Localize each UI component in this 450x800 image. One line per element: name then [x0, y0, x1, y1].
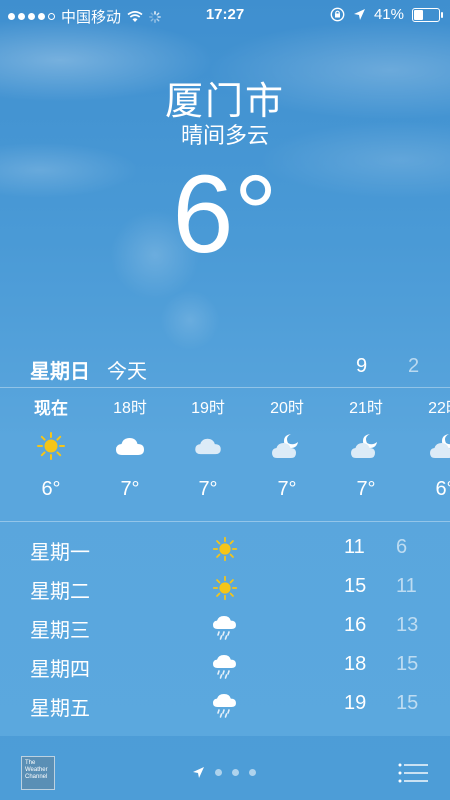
- weather-condition: 晴间多云: [180, 123, 269, 148]
- city-name: 厦门市: [164, 81, 285, 123]
- hourly-item: 20时 7°: [252, 398, 322, 501]
- cloud-moon-icon: [331, 426, 401, 466]
- battery-percentage: 41%: [373, 6, 404, 23]
- day-name: 星期四: [30, 659, 90, 681]
- day-low: 6: [396, 536, 408, 558]
- location-arrow-icon: [193, 767, 204, 778]
- sun-icon: [16, 426, 86, 466]
- hourly-forecast[interactable]: 现在 6° 18时 7° 19时 7° 20时 7° 21时 7° 22 6: [0, 398, 450, 516]
- daily-row: 星期二 15 11: [0, 569, 450, 605]
- hour-label: 现在: [34, 399, 68, 418]
- today-low: 2: [408, 355, 420, 377]
- hour-label: 20时: [270, 400, 304, 417]
- hourly-item: 现在 6°: [16, 398, 86, 501]
- hour-temperature: 7°: [120, 478, 140, 500]
- current-temperature: 6°: [172, 153, 278, 276]
- day-name: 星期二: [30, 581, 90, 603]
- daily-row: 星期三 16 13: [0, 608, 450, 644]
- hour-temperature: 6°: [41, 478, 61, 500]
- cloud-icon: [173, 426, 243, 466]
- day-high: 11: [344, 536, 365, 558]
- hour-label: 21时: [349, 400, 383, 417]
- day-high: 18: [344, 653, 367, 675]
- sun-icon: [208, 571, 242, 605]
- page-dot: [232, 769, 239, 776]
- rotation-lock-icon: [330, 7, 345, 22]
- day-name: 星期一: [30, 542, 90, 564]
- day-name: 星期五: [30, 698, 90, 720]
- hour-temperature: 7°: [356, 478, 376, 500]
- daily-row: 星期五 19 15: [0, 686, 450, 722]
- cloud-moon-icon: [252, 426, 322, 466]
- sun-icon: [208, 532, 242, 566]
- divider: [0, 387, 450, 388]
- hour-temperature: 7°: [277, 478, 297, 500]
- day-high: 19: [344, 692, 367, 714]
- day-high: 15: [344, 575, 367, 597]
- hour-label: 19时: [191, 400, 225, 417]
- hourly-item: 21时 7°: [331, 398, 401, 501]
- location-arrow-icon: [353, 9, 365, 20]
- hourly-item: 18时 7°: [95, 398, 165, 501]
- daily-row: 星期一 11 6: [0, 530, 450, 566]
- page-dot: [249, 769, 256, 776]
- hour-temperature: 6°: [435, 478, 450, 500]
- day-high: 16: [344, 614, 367, 636]
- weather-channel-logo[interactable]: The Weather Channel: [21, 756, 55, 790]
- page-indicator[interactable]: [192, 766, 256, 779]
- today-summary-row: 星期日 今天 9 2: [0, 355, 450, 387]
- hour-label: 22时: [428, 400, 450, 417]
- page-dot: [215, 769, 222, 776]
- hour-label: 18时: [113, 400, 147, 417]
- daily-row: 星期四 18 15: [0, 647, 450, 683]
- status-bar: 中国移动 17:27 41%: [0, 0, 450, 30]
- day-low: 13: [396, 614, 419, 636]
- hourly-item: 19时 7°: [173, 398, 243, 501]
- rain-cloud-icon: [208, 610, 242, 644]
- bottom-toolbar: The Weather Channel: [0, 736, 450, 800]
- light-glow: [160, 290, 220, 350]
- rain-cloud-icon: [208, 688, 242, 722]
- rain-cloud-icon: [208, 649, 242, 683]
- battery-icon: [412, 7, 443, 22]
- today-weekday: 星期日: [30, 361, 90, 383]
- cloud-icon: [95, 426, 165, 466]
- day-low: 15: [396, 653, 419, 675]
- today-label: 今天: [107, 361, 147, 383]
- divider: [0, 521, 450, 522]
- city-list-icon[interactable]: [398, 762, 430, 784]
- day-name: 星期三: [30, 620, 90, 642]
- day-low: 11: [396, 575, 417, 597]
- day-low: 15: [396, 692, 419, 714]
- hour-temperature: 7°: [198, 478, 218, 500]
- hourly-item: 22时 6°: [410, 398, 450, 501]
- today-high: 9: [356, 355, 368, 377]
- cloud-moon-icon: [410, 426, 450, 466]
